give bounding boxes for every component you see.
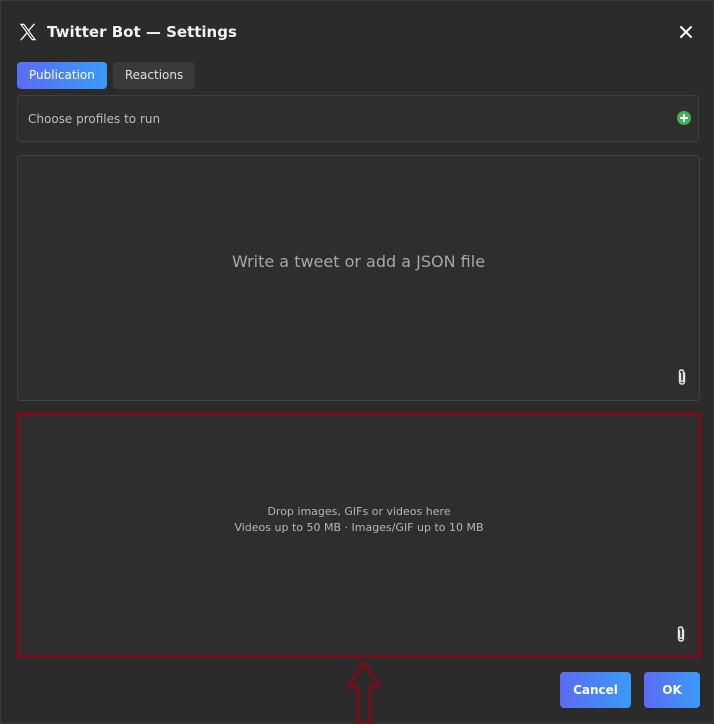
tab-reactions[interactable]: Reactions	[112, 62, 196, 89]
up-arrow-icon	[346, 660, 382, 724]
media-drop-instructions: Drop images, GIFs or videos here	[267, 505, 451, 518]
tab-bar: Publication Reactions	[17, 62, 196, 89]
ok-button[interactable]: OK	[644, 672, 700, 708]
tab-publication[interactable]: Publication	[17, 62, 107, 89]
media-drop-zone[interactable]: Drop images, GIFs or videos here Videos …	[17, 412, 701, 658]
close-icon[interactable]	[677, 23, 695, 41]
cancel-button[interactable]: Cancel	[560, 672, 631, 708]
plus-circle-icon[interactable]	[677, 111, 691, 125]
media-size-limits: Videos up to 50 MB · Images/GIF up to 10…	[234, 521, 484, 534]
tweet-placeholder: Write a tweet or add a JSON file	[231, 252, 486, 271]
paperclip-icon[interactable]	[675, 368, 689, 386]
settings-window: Twitter Bot — Settings Publication React…	[0, 0, 714, 724]
tweet-text-area[interactable]: Write a tweet or add a JSON file	[17, 155, 700, 401]
window-title: Twitter Bot — Settings	[47, 23, 237, 41]
paperclip-icon[interactable]	[674, 625, 688, 643]
profiles-label: Choose profiles to run	[28, 112, 161, 126]
x-logo-icon	[19, 23, 37, 41]
title-bar: Twitter Bot — Settings	[1, 1, 714, 63]
profiles-selector[interactable]: Choose profiles to run	[17, 95, 699, 142]
